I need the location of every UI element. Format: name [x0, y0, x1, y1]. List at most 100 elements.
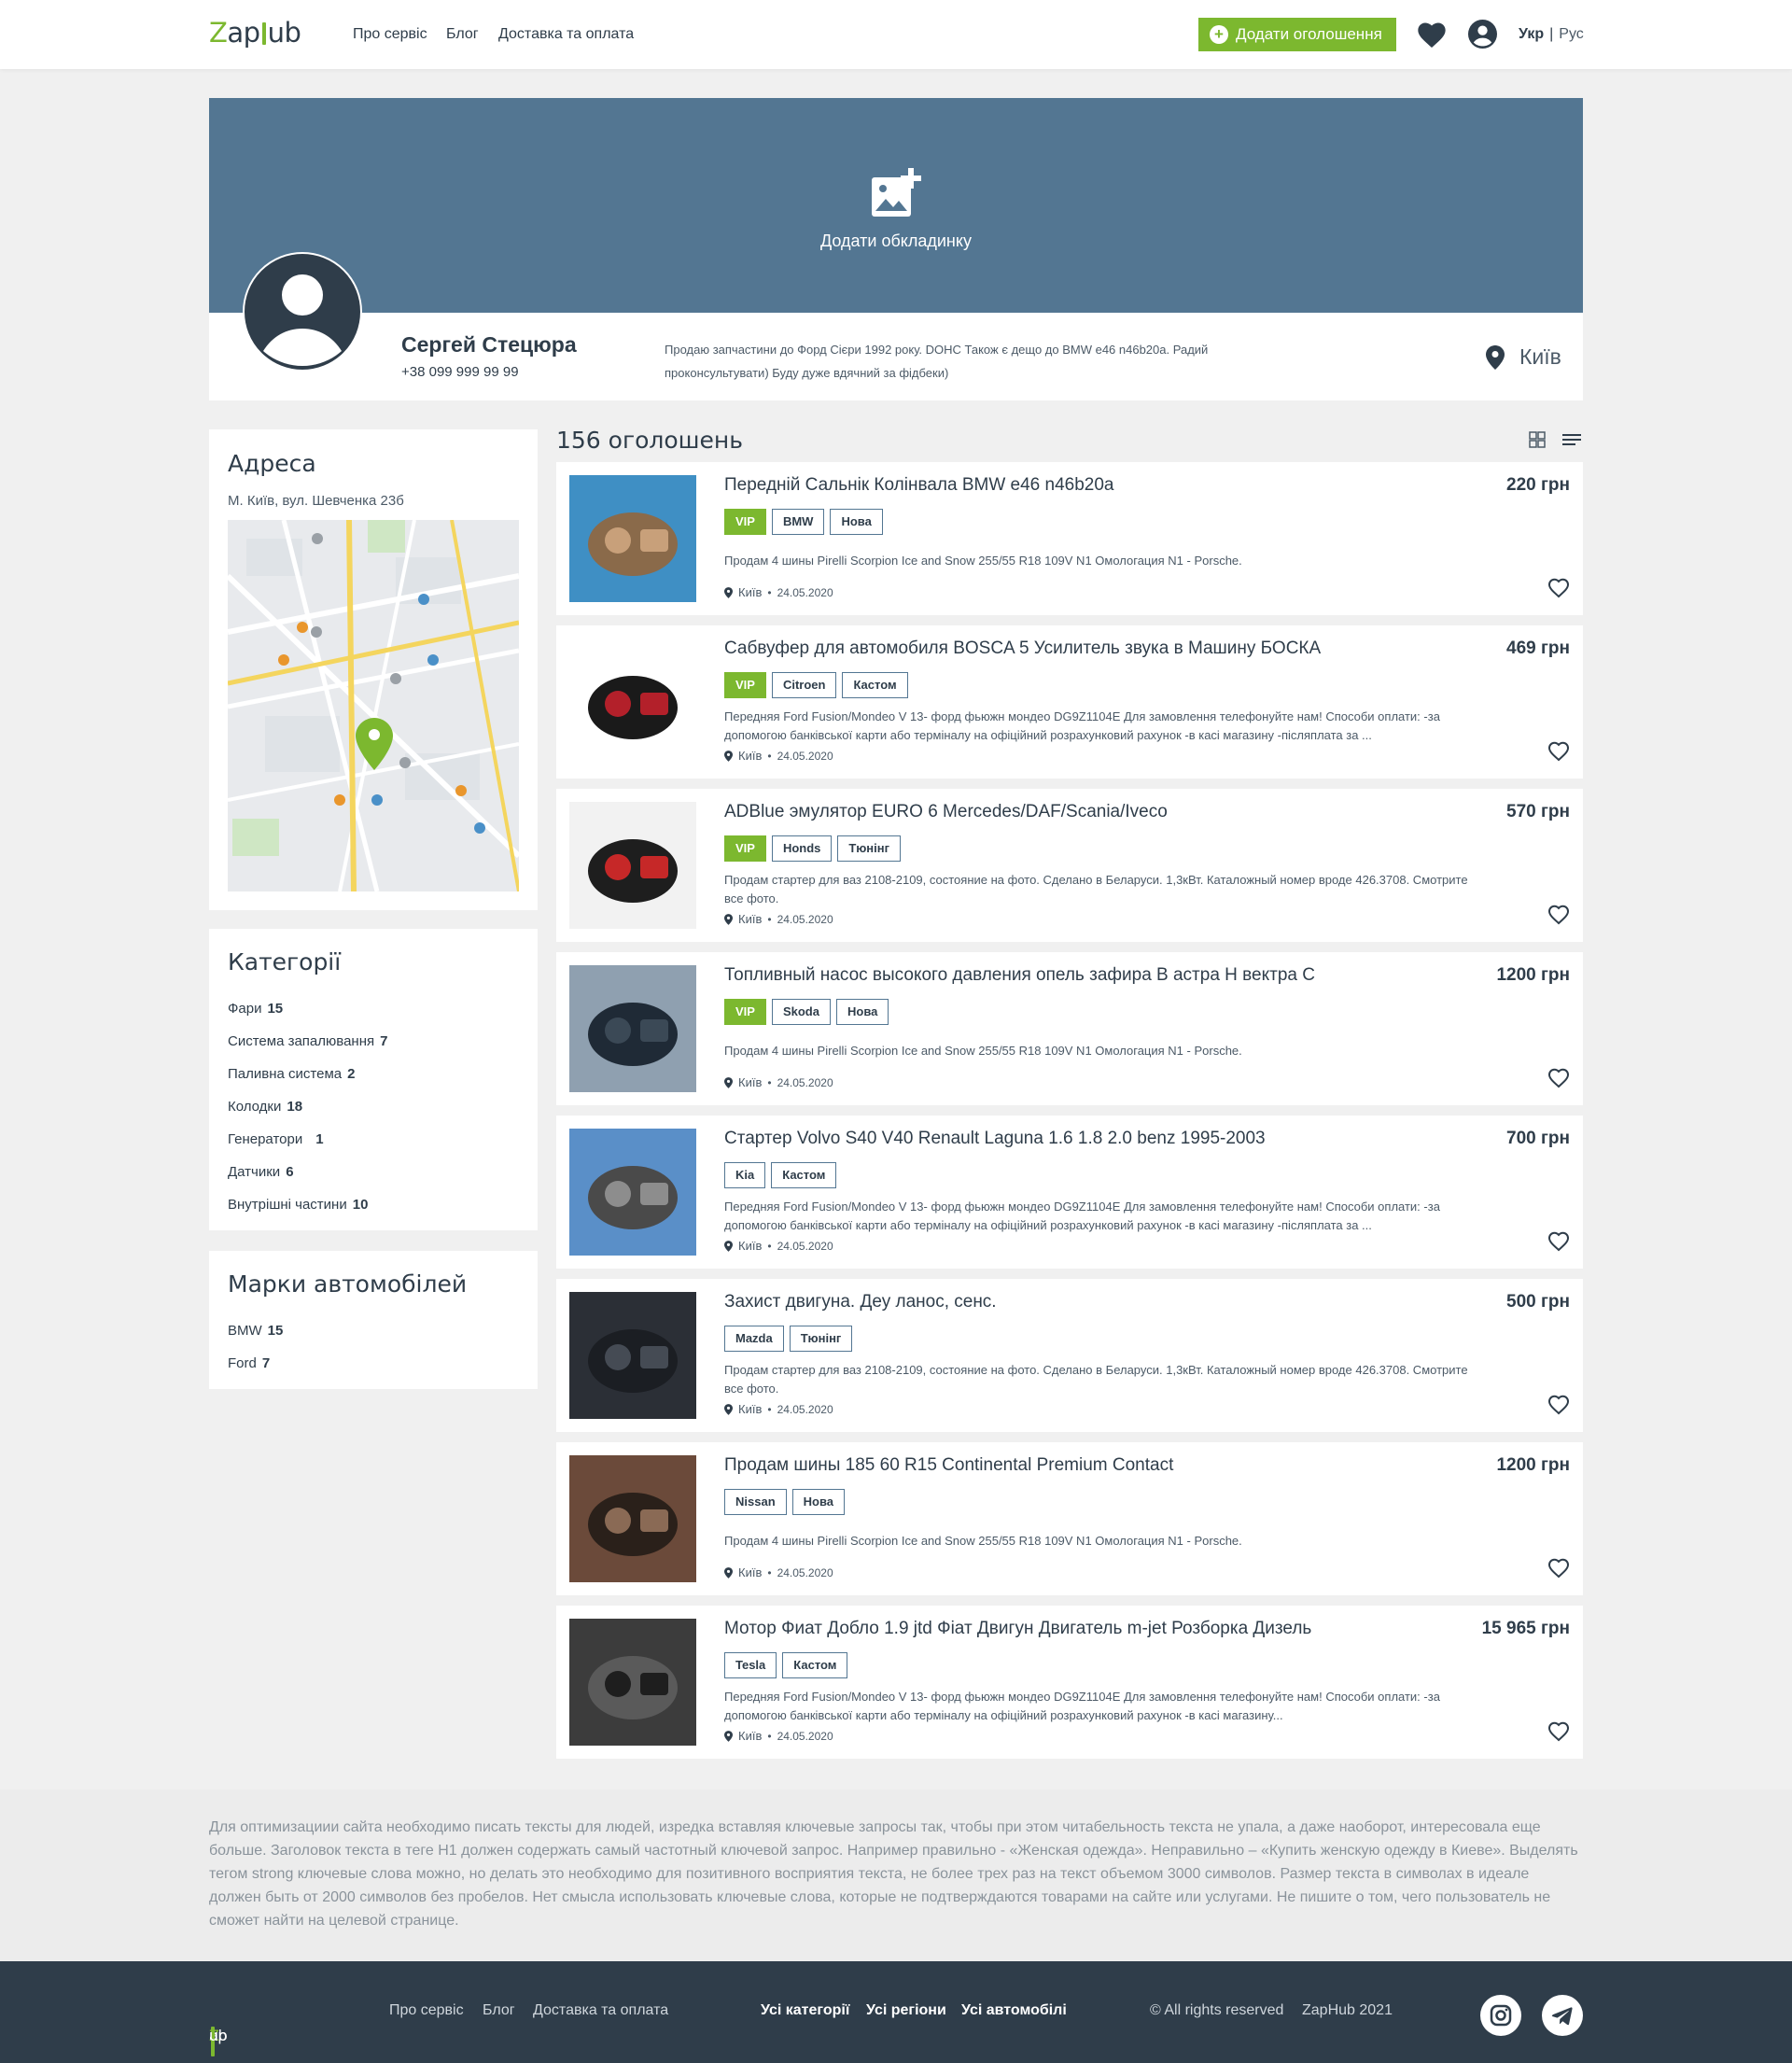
listing-photo[interactable] [569, 475, 696, 602]
category-item[interactable]: Датчики 6 [228, 1164, 387, 1197]
listing-city: Київ [738, 1402, 763, 1416]
nav-about[interactable]: Про сервіс [353, 26, 427, 43]
listing-title[interactable]: Сабвуфер для автомобиля BOSCA 5 Усилител… [724, 639, 1321, 659]
meta-separator: • [767, 749, 772, 763]
language-switch: Укр | Рус [1519, 26, 1584, 42]
listing-image [569, 1292, 696, 1419]
footer-all-regions[interactable]: Усі регіони [866, 2002, 946, 2019]
listing-tags: Kia Кастом [724, 1162, 837, 1188]
footer-nav-about[interactable]: Про сервіс [389, 2002, 464, 2019]
instagram-button[interactable] [1480, 1995, 1521, 2036]
listing-card[interactable]: Сабвуфер для автомобиля BOSCA 5 Усилител… [556, 625, 1583, 779]
site-footer: Zapub Про сервіс Блог Доставка та оплата… [0, 1961, 1792, 2063]
listing-meta: Київ • 24.05.2020 [724, 1402, 833, 1416]
meta-separator: • [767, 1565, 772, 1579]
footer-nav-delivery[interactable]: Доставка та оплата [533, 2002, 668, 2019]
nav-blog[interactable]: Блог [446, 26, 479, 43]
heart-outline-icon[interactable] [1547, 741, 1570, 762]
telegram-icon [1551, 2007, 1573, 2026]
listing-meta: Київ • 24.05.2020 [724, 585, 833, 599]
listing-card[interactable]: Стартер Volvo S40 V40 Renault Laguna 1.6… [556, 1116, 1583, 1269]
lang-rus[interactable]: Рус [1559, 26, 1584, 42]
brand-item[interactable]: BMW 15 [228, 1323, 283, 1355]
footer-rights: © All rights reserved [1150, 2002, 1284, 2018]
heart-icon[interactable] [1417, 21, 1447, 49]
listing-photo[interactable] [569, 1292, 696, 1419]
profile-cover[interactable]: Додати обкладинку [209, 98, 1583, 313]
listing-date: 24.05.2020 [777, 1075, 833, 1089]
listing-date: 24.05.2020 [777, 1239, 833, 1253]
category-item[interactable]: Внутрішні частини 10 [228, 1197, 387, 1229]
footer-all-categories[interactable]: Усі категорії [761, 2002, 849, 2019]
map-pin-icon [724, 1730, 733, 1742]
category-item[interactable]: Фари 15 [228, 1001, 387, 1033]
heart-outline-icon[interactable] [1547, 1558, 1570, 1579]
category-item[interactable]: Генератори 1 [228, 1131, 387, 1164]
seo-text: Для оптимизациии сайта необходимо писать… [209, 1819, 1578, 1929]
listing-image [569, 1619, 696, 1746]
lang-ukr[interactable]: Укр [1519, 26, 1544, 42]
avatar[interactable] [243, 252, 362, 372]
category-item[interactable]: Колодки 18 [228, 1099, 387, 1131]
seo-section: Для оптимизациии сайта необходимо писать… [0, 1789, 1792, 1961]
listing-city: Київ [738, 585, 763, 599]
heart-outline-icon[interactable] [1547, 578, 1570, 598]
listing-title[interactable]: ADBlue эмулятор EURO 6 Mercedes/DAF/Scan… [724, 802, 1168, 822]
listing-card[interactable]: Захист двигуна. Деу ланос, сенс. 500 грн M… [556, 1279, 1583, 1432]
listing-image [569, 1129, 696, 1256]
listing-card[interactable]: Продам шины 185 60 R15 Continental Premi… [556, 1442, 1583, 1595]
listing-city: Київ [738, 1565, 763, 1579]
listing-photo[interactable] [569, 965, 696, 1092]
categories-list: Фари 15 Система запалювання 7 Паливна сист… [228, 1001, 387, 1229]
category-item[interactable]: Система запалювання 7 [228, 1033, 387, 1066]
listing-title[interactable]: Топливный насос высокого давления опель … [724, 965, 1315, 986]
categories-card: Категорії Фари 15 Система запалювання 7 Па… [209, 929, 538, 1230]
heart-outline-icon[interactable] [1547, 1395, 1570, 1415]
address-text: М. Київ, вул. Шевченка 23б [228, 493, 404, 509]
listing-city: Київ [738, 1239, 763, 1253]
listing-card[interactable]: Мотор Фиат Добло 1.9 jtd Фіат Двигун Дви… [556, 1606, 1583, 1759]
listing-price: 570 грн [1506, 802, 1570, 821]
listing-card[interactable]: ADBlue эмулятор EURO 6 Mercedes/DAF/Scan… [556, 789, 1583, 942]
listing-tags: VIP Honds Тюнінг [724, 835, 902, 862]
add-listing-button[interactable]: + Додати оголошення [1198, 18, 1396, 51]
listing-photo[interactable] [569, 1455, 696, 1582]
listing-date: 24.05.2020 [777, 1402, 833, 1416]
site-logo[interactable]: Zap ub [209, 17, 301, 49]
listing-title[interactable]: Захист двигуна. Деу ланос, сенс. [724, 1292, 997, 1312]
nav-delivery[interactable]: Доставка та оплата [498, 26, 634, 43]
profile-phone[interactable]: +38 099 999 99 99 [401, 364, 519, 380]
listing-card[interactable]: Топливный насос высокого давления опель … [556, 952, 1583, 1105]
meta-separator: • [767, 585, 772, 599]
listing-description: Продам 4 шины Pirelli Scorpion Ice and S… [724, 1044, 1242, 1058]
listing-photo[interactable] [569, 1619, 696, 1746]
list-icon[interactable] [1562, 431, 1581, 448]
add-image-icon [872, 168, 921, 217]
category-item[interactable]: Паливна система 2 [228, 1066, 387, 1099]
user-icon[interactable] [1468, 20, 1497, 49]
listing-description: Продам стартер для ваз 2108-2109, состоя… [724, 873, 1468, 905]
vip-badge: VIP [724, 509, 766, 535]
heart-outline-icon[interactable] [1547, 1721, 1570, 1742]
listing-photo[interactable] [569, 802, 696, 929]
listing-photo[interactable] [569, 1129, 696, 1256]
footer-nav-blog[interactable]: Блог [483, 2002, 515, 2019]
listing-description: Продам 4 шины Pirelli Scorpion Ice and S… [724, 554, 1242, 568]
grid-icon[interactable] [1529, 431, 1546, 448]
brand-item[interactable]: Ford 7 [228, 1355, 283, 1388]
footer-all-cars[interactable]: Усі автомобілі [961, 2002, 1067, 2019]
listing-photo[interactable] [569, 639, 696, 765]
listing-title[interactable]: Стартер Volvo S40 V40 Renault Laguna 1.6… [724, 1129, 1266, 1149]
address-map[interactable] [228, 520, 519, 891]
telegram-button[interactable] [1542, 1995, 1583, 2036]
heart-outline-icon[interactable] [1547, 905, 1570, 925]
heart-outline-icon[interactable] [1547, 1231, 1570, 1252]
brands-list: BMW 15 Ford 7 [228, 1323, 283, 1388]
listing-card[interactable]: Передній Сальнік Колінвала BMW e46 n46b2… [556, 462, 1583, 615]
listing-date: 24.05.2020 [777, 585, 833, 599]
listing-city: Київ [738, 749, 763, 763]
listing-title[interactable]: Мотор Фиат Добло 1.9 jtd Фіат Двигун Дви… [724, 1619, 1311, 1639]
listing-title[interactable]: Передній Сальнік Колінвала BMW e46 n46b2… [724, 475, 1113, 496]
listing-title[interactable]: Продам шины 185 60 R15 Continental Premi… [724, 1455, 1173, 1476]
heart-outline-icon[interactable] [1547, 1068, 1570, 1088]
